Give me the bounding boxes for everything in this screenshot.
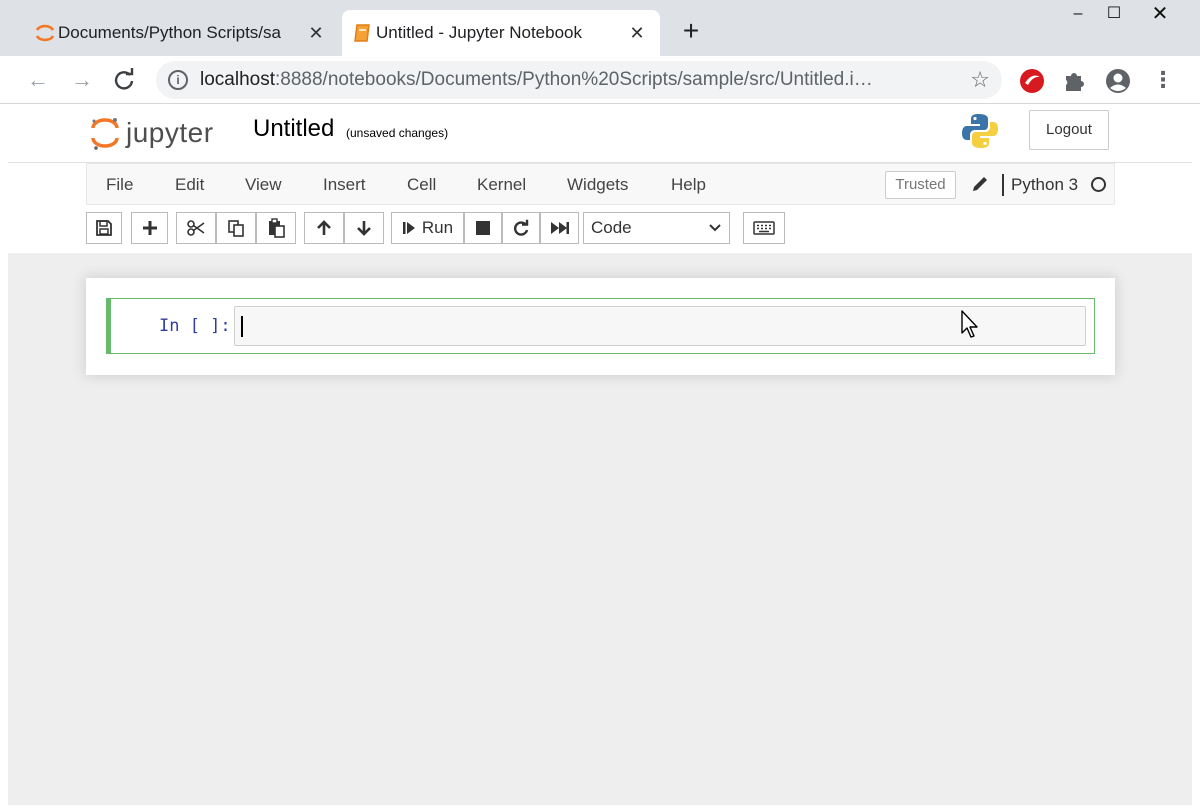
kernel-name[interactable]: Python 3 (1011, 175, 1078, 195)
plus-icon (142, 221, 157, 235)
cell-type-value: Code (591, 218, 632, 237)
url-host: localhost (200, 69, 275, 90)
menu-cell[interactable]: Cell (407, 175, 436, 195)
notebook-favicon-icon (354, 24, 370, 42)
trend-extension-icon[interactable] (1019, 68, 1045, 94)
move-down-button[interactable] (344, 212, 384, 244)
kernel-divider (1002, 174, 1004, 196)
command-palette-button[interactable] (743, 212, 785, 244)
kernel-idle-indicator-icon (1091, 177, 1106, 192)
jupyter-header: jupyter Untitled (unsaved changes) Logou… (8, 105, 1192, 163)
save-icon (96, 220, 112, 236)
browser-tab-strip: Documents/Python Scripts/sa ✕ Untitled -… (0, 0, 1200, 56)
address-bar[interactable]: i localhost:8888/notebooks/Documents/Pyt… (156, 61, 1002, 99)
fast-forward-icon (550, 222, 569, 234)
cell-input-editor[interactable] (234, 306, 1086, 346)
interrupt-button[interactable] (464, 212, 502, 244)
tab-title: Documents/Python Scripts/sa (58, 23, 281, 42)
trusted-indicator[interactable]: Trusted (885, 171, 956, 199)
paste-button[interactable] (256, 212, 296, 244)
url-text[interactable]: localhost:8888/notebooks/Documents/Pytho… (200, 69, 952, 91)
notebook-page: jupyter Untitled (unsaved changes) Logou… (8, 105, 1192, 805)
forward-icon[interactable]: → (66, 64, 98, 96)
profile-icon[interactable] (1105, 68, 1131, 94)
arrow-up-icon (317, 220, 331, 235)
pencil-icon[interactable] (970, 174, 990, 194)
star-icon[interactable]: ☆ (970, 67, 990, 93)
code-cell[interactable]: In [ ]: (106, 298, 1095, 354)
tab-title: Untitled - Jupyter Notebook (376, 23, 582, 42)
jupyter-logo-icon (91, 118, 119, 150)
save-button[interactable] (86, 212, 122, 244)
menu-insert[interactable]: Insert (323, 175, 366, 195)
scissors-icon (187, 220, 205, 236)
notebook-name[interactable]: Untitled (253, 115, 334, 143)
minimize-button[interactable]: – (1058, 2, 1098, 26)
copy-button[interactable] (216, 212, 256, 244)
reload-icon[interactable] (108, 64, 140, 96)
restart-icon (514, 219, 529, 236)
close-window-button[interactable]: ✕ (1140, 2, 1180, 26)
browser-toolbar: ← → i localhost:8888/notebooks/Documents… (0, 56, 1200, 104)
stop-icon (476, 221, 490, 235)
new-tab-button[interactable]: + (676, 16, 706, 46)
back-icon[interactable]: ← (22, 64, 54, 96)
restart-kernel-button[interactable] (502, 212, 540, 244)
step-forward-icon (402, 222, 415, 234)
paste-icon (269, 218, 285, 238)
menu-view[interactable]: View (245, 175, 282, 195)
puzzle-icon[interactable] (1062, 68, 1088, 94)
close-tab-icon[interactable]: ✕ (307, 23, 325, 44)
move-up-button[interactable] (304, 212, 344, 244)
tab-untitled[interactable]: Untitled - Jupyter Notebook ✕ (342, 10, 660, 56)
arrow-down-icon (357, 221, 371, 236)
logo-text: jupyter (126, 117, 214, 148)
menu-kernel[interactable]: Kernel (477, 175, 526, 195)
menu-help[interactable]: Help (671, 175, 706, 195)
menu-widgets[interactable]: Widgets (567, 175, 628, 195)
maximize-button[interactable]: ☐ (1094, 2, 1134, 26)
logout-button[interactable]: Logout (1029, 110, 1109, 150)
mouse-pointer-icon (961, 310, 978, 338)
kebab-menu-icon[interactable]: ⋮ (1150, 68, 1176, 94)
insert-cell-button[interactable] (131, 212, 168, 244)
python-logo-icon (962, 114, 998, 148)
jupyter-logo[interactable]: jupyter (90, 113, 236, 153)
menubar: File Edit View Insert Cell Kernel Widget… (86, 163, 1115, 205)
run-label: Run (421, 218, 454, 237)
chevron-down-icon (709, 224, 721, 232)
run-button[interactable]: Run (391, 212, 464, 244)
save-status: (unsaved changes) (346, 126, 449, 140)
menubar-container: File Edit View Insert Cell Kernel Widget… (8, 163, 1192, 253)
info-icon[interactable]: i (168, 70, 188, 90)
tab-documents[interactable]: Documents/Python Scripts/sa ✕ (24, 10, 339, 56)
url-path: :8888/notebooks/Documents/Python%20Scrip… (275, 69, 873, 90)
menu-edit[interactable]: Edit (175, 175, 204, 195)
text-caret (241, 316, 243, 337)
input-prompt: In [ ]: (159, 316, 231, 336)
close-tab-icon[interactable]: ✕ (628, 23, 646, 44)
jupyter-favicon-icon (35, 24, 55, 42)
cell-type-select[interactable]: Code (583, 212, 730, 244)
restart-run-all-button[interactable] (540, 212, 579, 244)
menu-file[interactable]: File (106, 175, 133, 195)
copy-icon (228, 220, 244, 237)
cut-button[interactable] (176, 212, 216, 244)
keyboard-icon (753, 221, 775, 235)
